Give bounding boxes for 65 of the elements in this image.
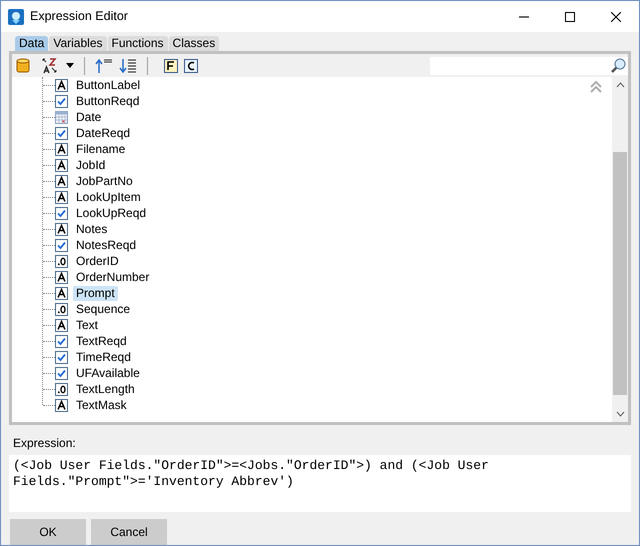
tree-item[interactable]: LookUpItem [73, 190, 144, 204]
scroll-down-icon[interactable] [616, 411, 624, 417]
caret-icon[interactable] [66, 63, 74, 68]
tree-item[interactable]: Text [73, 318, 102, 332]
checkbox-icon [55, 94, 68, 108]
tree-item[interactable]: Sequence [73, 302, 134, 316]
expression-field[interactable]: (<Job User Fields."OrderID">=<Jobs."OrderID">) and (<Job User Fields."Prompt">='Inventory Abbrev') [9, 455, 631, 512]
tree-item[interactable]: Prompt [73, 286, 118, 300]
f-icon[interactable] [164, 58, 178, 72]
tree-item[interactable]: Date [73, 110, 104, 124]
search-icon[interactable] [610, 58, 626, 74]
text-field-icon [55, 142, 68, 156]
tree-item[interactable]: TextLength [73, 382, 138, 396]
checkbox-icon [55, 206, 68, 220]
scroll-up-icon[interactable] [616, 82, 624, 88]
close-icon [611, 12, 621, 22]
tree-item[interactable]: OrderNumber [73, 270, 152, 284]
tree-item[interactable]: ButtonReqd [73, 94, 142, 108]
calendar-icon [55, 110, 68, 124]
checkbox-icon [55, 350, 68, 364]
tab[interactable]: Classes [168, 36, 220, 51]
scrollbar[interactable] [612, 77, 628, 422]
tab[interactable]: Functions [108, 36, 168, 51]
checkbox-icon [55, 126, 68, 140]
tree-item[interactable]: LookUpReqd [73, 206, 150, 220]
c-icon[interactable] [184, 58, 198, 72]
text-field-icon [55, 222, 68, 236]
text-field-icon [55, 270, 68, 284]
tree-item[interactable]: UFAvailable [73, 366, 143, 380]
tree-item[interactable]: JobId [73, 158, 108, 172]
text-field-icon [55, 78, 68, 92]
text-field-icon [55, 398, 68, 412]
text-field-icon [55, 158, 68, 172]
expression-label: Expression: [13, 435, 77, 452]
tree-item[interactable]: ButtonLabel [73, 78, 144, 92]
window-title: Expression Editor [30, 8, 129, 26]
maximize-icon [565, 12, 575, 22]
tree-item[interactable]: TimeReqd [73, 350, 134, 364]
cancel-button[interactable]: Cancel [91, 519, 167, 545]
text-field-icon [55, 286, 68, 300]
tree-item[interactable]: TextMask [73, 398, 130, 412]
tree-item[interactable]: TextReqd [73, 334, 130, 348]
tab[interactable]: Data [15, 36, 48, 51]
tree-item[interactable]: Notes [73, 222, 110, 236]
text-field-icon [55, 190, 68, 204]
checkbox-icon [55, 238, 68, 252]
number-field-icon [55, 382, 68, 396]
checkbox-icon [55, 334, 68, 348]
move-up-icon[interactable] [95, 58, 113, 74]
tree-item[interactable]: JobPartNo [73, 174, 136, 188]
text-field-icon [55, 174, 68, 188]
database-icon[interactable] [16, 58, 30, 74]
tree-item[interactable]: Filename [73, 142, 128, 156]
number-field-icon [55, 302, 68, 316]
checkbox-icon [55, 366, 68, 380]
tree-item[interactable]: OrderID [73, 254, 122, 268]
tab[interactable]: Variables [49, 36, 106, 51]
text-field-icon [55, 318, 68, 332]
number-field-icon [55, 254, 68, 268]
tree-item[interactable]: NotesReqd [73, 238, 140, 252]
move-down-icon[interactable] [119, 58, 137, 74]
ok-button[interactable]: OK [10, 519, 86, 545]
search-field[interactable] [430, 56, 628, 74]
tree-item[interactable]: DateReqd [73, 126, 134, 140]
app-icon [8, 8, 24, 24]
